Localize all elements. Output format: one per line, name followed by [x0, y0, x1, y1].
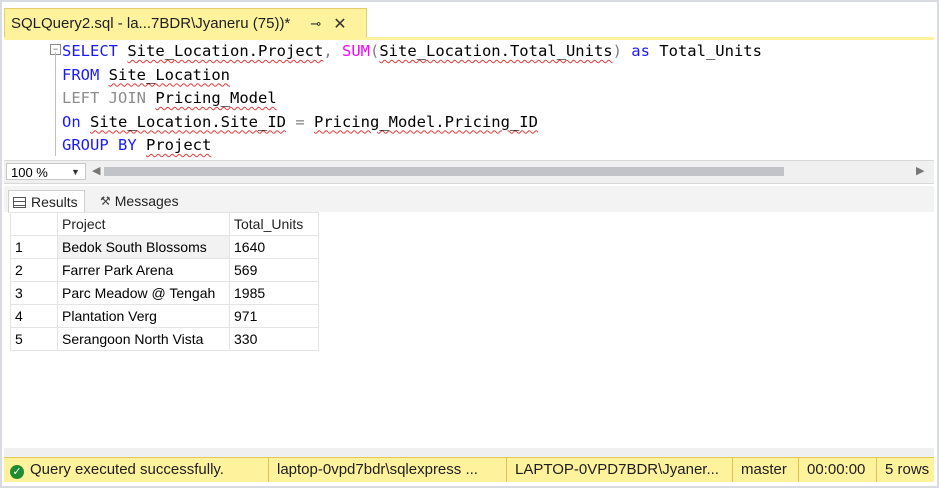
code-line-2: FROM Site_Location [62, 65, 230, 84]
status-elapsed-time: 00:00:00 [798, 458, 881, 482]
table-row[interactable]: 3 Parc Meadow @ Tengah 1985 [10, 281, 319, 305]
tab-messages-label: Messages [114, 193, 179, 209]
cell-project[interactable]: Parc Meadow @ Tengah [57, 281, 230, 305]
status-row-count: 5 rows [876, 458, 935, 482]
tab-messages[interactable]: ⚒ Messages [100, 190, 179, 212]
code-line-1: SELECT Site_Location.Project, SUM(Site_L… [62, 42, 762, 60]
column-header-total-units[interactable]: Total_Units [229, 212, 319, 236]
row-number[interactable]: 1 [10, 235, 58, 259]
code-line-4: On Site_Location.Site_ID = Pricing_Model… [62, 112, 538, 131]
row-number[interactable]: 3 [10, 281, 58, 305]
horizontal-scrollbar-thumb[interactable] [104, 167, 784, 176]
outline-guide [55, 52, 56, 156]
cell-total-units[interactable]: 569 [229, 258, 319, 282]
results-grid[interactable]: Project Total_Units 1 Bedok South Blosso… [10, 212, 319, 351]
messages-icon: ⚒ [100, 194, 111, 208]
status-message: ✓ Query executed successfully. [10, 458, 268, 482]
check-circle-icon: ✓ [10, 465, 24, 479]
cell-total-units[interactable]: 330 [229, 327, 319, 351]
row-number[interactable]: 4 [10, 304, 58, 328]
cell-total-units[interactable]: 1640 [229, 235, 319, 259]
table-row[interactable]: 2 Farrer Park Arena 569 [10, 258, 319, 282]
query-tab[interactable]: SQLQuery2.sql - la...7BDR\Jyaneru (75))*… [4, 8, 367, 38]
status-bar: ✓ Query executed successfully. laptop-0vp… [4, 457, 934, 482]
column-header-project[interactable]: Project [57, 212, 230, 236]
code-text[interactable]: SELECT Site_Location.Project, SUM(Site_L… [62, 40, 762, 158]
zoom-select[interactable]: 100 % ▼ [6, 163, 86, 180]
row-number[interactable]: 2 [10, 258, 58, 282]
zoom-value: 100 % [11, 165, 48, 180]
query-editor[interactable]: − SELECT Site_Location.Project, SUM(Site… [4, 40, 934, 158]
tab-results-label: Results [31, 194, 78, 210]
zoom-scroll-row: 100 % ▼ ◀ ▶ [4, 160, 934, 184]
table-row[interactable]: 4 Plantation Verg 971 [10, 304, 319, 328]
table-row[interactable]: 1 Bedok South Blossoms 1640 [10, 235, 319, 259]
code-line-3: LEFT JOIN Pricing_Model [62, 89, 277, 107]
status-user: LAPTOP-0VPD7BDR\Jyaner... [506, 458, 737, 482]
query-tab-title: SQLQuery2.sql - la...7BDR\Jyaneru (75))* [11, 15, 291, 32]
scroll-right-icon[interactable]: ▶ [916, 164, 924, 177]
code-line-5: GROUP BY Project [62, 136, 212, 154]
cell-project[interactable]: Farrer Park Arena [57, 258, 230, 282]
cell-project[interactable]: Serangoon North Vista [57, 327, 230, 351]
tab-results[interactable]: Results [8, 190, 85, 213]
pin-icon[interactable]: ⊸ [310, 16, 321, 32]
status-database: master [732, 458, 805, 482]
table-row[interactable]: 5 Serangoon North Vista 330 [10, 327, 319, 351]
cell-total-units[interactable]: 1985 [229, 281, 319, 305]
grid-icon [13, 196, 26, 208]
result-tabs: Results ⚒ Messages [4, 186, 934, 213]
chevron-down-icon[interactable]: ▼ [71, 164, 80, 181]
row-number-header[interactable] [10, 212, 58, 236]
grid-header-row: Project Total_Units [10, 212, 319, 236]
cell-project[interactable]: Plantation Verg [57, 304, 230, 328]
cell-project[interactable]: Bedok South Blossoms [57, 235, 230, 259]
status-server: laptop-0vpd7bdr\sqlexpress ... [268, 458, 511, 482]
cell-total-units[interactable]: 971 [229, 304, 319, 328]
scroll-left-icon[interactable]: ◀ [92, 164, 100, 177]
results-grid-area[interactable]: Project Total_Units 1 Bedok South Blosso… [10, 212, 934, 452]
row-number[interactable]: 5 [10, 327, 58, 351]
close-icon[interactable]: ✕ [333, 14, 346, 34]
